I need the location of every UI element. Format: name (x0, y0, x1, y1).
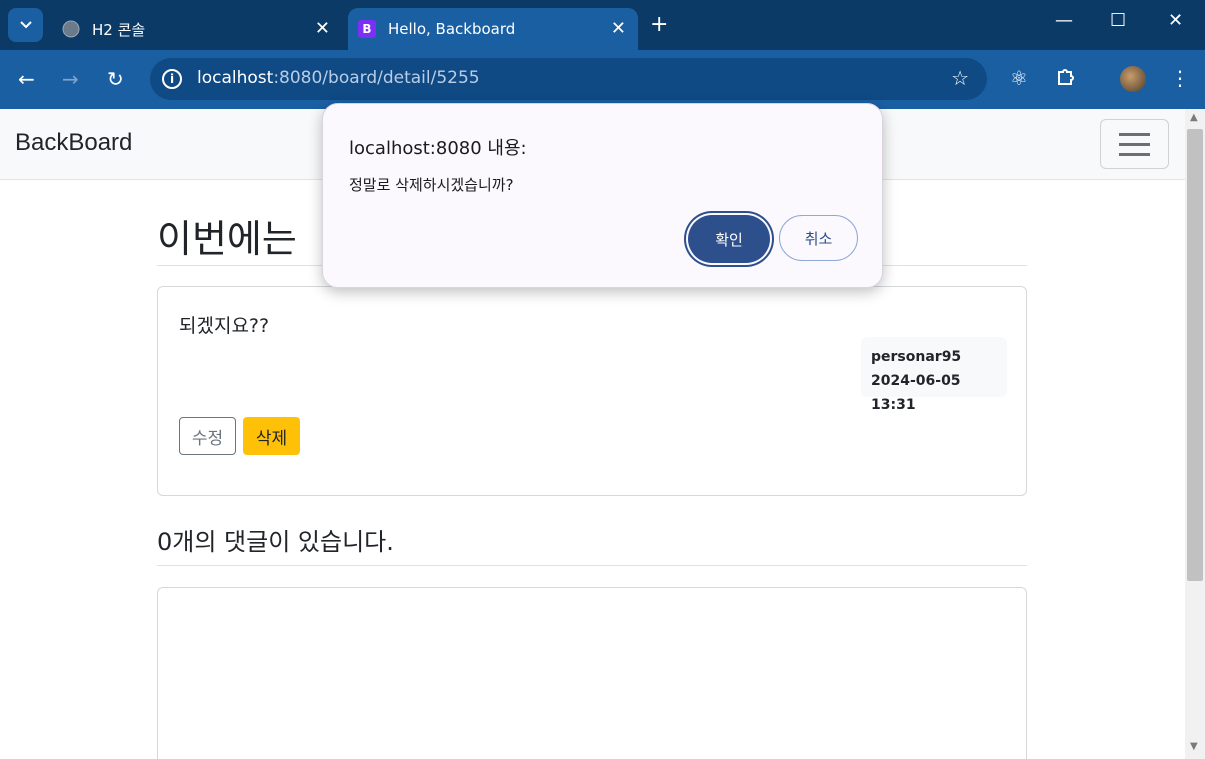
post-date: 2024-06-05 13:31 (871, 373, 961, 413)
comment-count-heading: 0개의 댓글이 있습니다. (157, 528, 394, 556)
brand-link[interactable]: BackBoard (15, 129, 132, 157)
tab-hello-backboard[interactable]: B Hello, Backboard ✕ (348, 8, 638, 50)
hamburger-icon (1119, 153, 1150, 156)
hamburger-icon (1119, 133, 1150, 136)
edit-button[interactable]: 수정 (179, 417, 236, 455)
dialog-title: localhost:8080 내용: (349, 138, 527, 159)
author-badge: personar95 2024-06-05 13:31 (861, 337, 1007, 413)
confirm-cancel-button[interactable]: 취소 (779, 215, 858, 261)
comment-list (157, 587, 1027, 759)
confirm-ok-button[interactable]: 확인 (688, 215, 770, 263)
tab-label: H2 콘솔 (92, 20, 146, 39)
close-window-button[interactable]: ✕ (1168, 10, 1183, 31)
tab-label: Hello, Backboard (388, 20, 516, 38)
react-devtools-icon[interactable]: ⚛ (1010, 66, 1028, 90)
profile-avatar[interactable] (1120, 66, 1146, 92)
chevron-down-icon (19, 21, 32, 29)
close-icon[interactable]: ✕ (315, 18, 330, 39)
divider (157, 565, 1027, 566)
site-info-icon[interactable]: i (162, 69, 182, 89)
scrollbar-thumb[interactable] (1187, 129, 1203, 581)
tab-search-button[interactable] (8, 8, 43, 42)
more-menu-icon[interactable]: ⋮ (1170, 66, 1190, 90)
post-card: 되겠지요?? personar95 2024-06-05 13:31 수정 삭제 (157, 286, 1027, 496)
maximize-button[interactable]: ☐ (1110, 10, 1126, 31)
tab-h2-console[interactable]: H2 콘솔 ✕ (52, 8, 342, 50)
back-arrow-icon[interactable]: ← (18, 67, 35, 91)
post-title: 이번에는 (157, 219, 297, 261)
reload-icon[interactable]: ↻ (107, 67, 124, 91)
navbar-toggler-button[interactable] (1100, 119, 1169, 169)
author-name: personar95 (871, 349, 962, 365)
browser-toolbar: ← → ↻ i localhost:8080/board/detail/5255… (0, 50, 1205, 109)
confirm-dialog: localhost:8080 내용: 정말로 삭제하시겠습니까? 확인 취소 (322, 103, 883, 288)
bookmark-star-icon[interactable]: ☆ (951, 66, 969, 90)
url-text[interactable]: localhost:8080/board/detail/5255 (197, 68, 480, 88)
dialog-message: 정말로 삭제하시겠습니까? (349, 176, 514, 194)
close-icon[interactable]: ✕ (611, 18, 626, 39)
minimize-button[interactable]: — (1055, 10, 1073, 31)
hamburger-icon (1119, 143, 1150, 146)
scroll-down-arrow-icon[interactable]: ▼ (1190, 741, 1198, 752)
bootstrap-b-icon: B (358, 20, 376, 38)
address-bar[interactable]: i localhost:8080/board/detail/5255 ☆ (150, 58, 987, 100)
vertical-scrollbar[interactable]: ▲ ▼ (1185, 109, 1205, 759)
browser-tab-strip: H2 콘솔 ✕ B Hello, Backboard ✕ + — ☐ ✕ (0, 0, 1205, 50)
forward-arrow-icon[interactable]: → (62, 67, 79, 91)
new-tab-button[interactable]: + (650, 12, 668, 37)
delete-button[interactable]: 삭제 (243, 417, 300, 455)
post-content: 되겠지요?? (179, 315, 270, 337)
globe-icon (62, 20, 80, 38)
scroll-up-arrow-icon[interactable]: ▲ (1190, 112, 1198, 123)
extensions-puzzle-icon[interactable] (1055, 66, 1077, 93)
